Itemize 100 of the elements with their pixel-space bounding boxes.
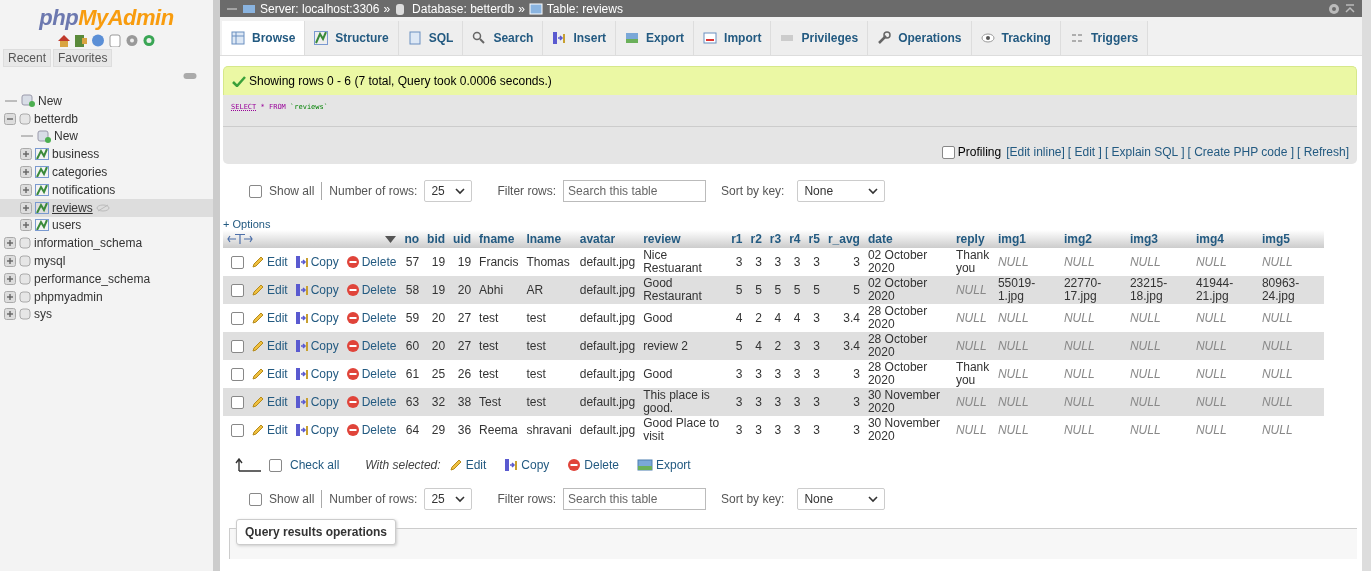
tree-item[interactable]: categories	[0, 163, 213, 181]
edit-link[interactable]: Edit	[251, 339, 288, 353]
copy-link[interactable]: Copy	[294, 283, 339, 297]
delete-link[interactable]: Delete	[345, 311, 397, 325]
tree-item[interactable]: information_schema	[0, 234, 213, 253]
server-icon	[242, 2, 256, 15]
row-checkbox[interactable]	[231, 283, 244, 297]
show-all-checkbox[interactable]	[249, 492, 262, 506]
table-cell: 3.4	[843, 338, 860, 353]
tree-item[interactable]: sys	[0, 305, 213, 324]
row-checkbox[interactable]	[231, 395, 244, 409]
copy-link[interactable]: Copy	[294, 395, 339, 409]
scrollbar[interactable]	[1362, 0, 1371, 571]
delete-link[interactable]: Delete	[345, 395, 397, 409]
tree-item[interactable]: New	[0, 92, 213, 110]
delete-link[interactable]: Delete	[345, 423, 397, 437]
row-checkbox[interactable]	[231, 255, 244, 269]
sidebar-tab[interactable]: Favorites	[53, 49, 113, 67]
edit-link[interactable]: Edit	[251, 311, 288, 325]
table-cell: NULL	[1195, 422, 1227, 437]
options-link[interactable]: + Options	[223, 218, 1357, 230]
expand-icon	[4, 272, 16, 285]
delete-link[interactable]: Delete	[345, 283, 397, 297]
edit-link[interactable]: Edit	[251, 395, 288, 409]
copy-link[interactable]: Copy	[294, 339, 339, 353]
row-checkbox[interactable]	[231, 311, 244, 325]
copy-link[interactable]: Copy	[294, 255, 339, 269]
edit-button[interactable]: Edit	[448, 458, 487, 472]
link[interactable]: [ Edit ]	[1067, 145, 1102, 159]
edit-link[interactable]: Edit	[251, 367, 288, 381]
table-cell: NULL	[997, 394, 1029, 409]
breadcrumb-link[interactable]: Server: localhost:3306	[260, 1, 380, 16]
link[interactable]: [ Refresh]	[1296, 145, 1349, 159]
profiling-checkbox[interactable]	[941, 145, 955, 159]
table-cell: This place is good.	[643, 388, 710, 415]
sql-icon	[407, 31, 422, 45]
check-all-checkbox[interactable]	[269, 458, 282, 472]
row-checkbox[interactable]	[231, 367, 244, 381]
table-cell: 28 October 2020	[867, 304, 928, 331]
tree-item[interactable]: users	[0, 216, 213, 235]
tree-item[interactable]: New	[0, 127, 213, 146]
table-cell: 3	[813, 310, 820, 325]
tab[interactable]: Browse	[222, 21, 306, 55]
rows-dropdown[interactable]: 25	[424, 180, 473, 202]
edit-link[interactable]: Edit	[251, 283, 288, 297]
rows-dropdown[interactable]: 25	[424, 488, 473, 510]
sidebar-tab[interactable]: Recent	[3, 49, 52, 67]
edit-link[interactable]: Edit	[251, 423, 288, 437]
tree-item[interactable]: performance_schema	[0, 269, 213, 288]
table-structure-icon	[35, 166, 49, 179]
table-cell: 20	[457, 282, 472, 297]
table-cell: Thank you	[955, 248, 990, 275]
table-cell: 3	[813, 254, 820, 269]
tree-item[interactable]: notifications	[0, 181, 213, 199]
copy-link[interactable]: Copy	[294, 311, 339, 325]
table-cell: 3	[755, 254, 762, 269]
edit-link[interactable]: Edit	[251, 255, 288, 269]
breadcrumb-link[interactable]: Table: reviews	[546, 1, 623, 16]
copy-link[interactable]: Copy	[294, 423, 339, 437]
table-structure-icon	[35, 148, 49, 161]
row-checkbox[interactable]	[231, 423, 244, 437]
tree-item[interactable]: phpmyadmin	[0, 287, 213, 306]
breadcrumb-link[interactable]: Database: betterdb	[412, 1, 515, 16]
table-cell: 19	[457, 254, 472, 269]
copy-link[interactable]: Copy	[294, 367, 339, 381]
sort-dropdown[interactable]: None	[797, 180, 886, 202]
table-cell: default.jpg	[579, 254, 636, 269]
table-cell: 61	[405, 366, 420, 381]
table-cell: 63	[405, 394, 420, 409]
link[interactable]: [ Create PHP code ]	[1187, 145, 1294, 159]
show-all-checkbox[interactable]	[249, 184, 262, 198]
search-field[interactable]: Search this table	[563, 488, 707, 510]
tree-item[interactable]: business	[0, 145, 213, 164]
delete-link[interactable]: Delete	[345, 367, 397, 381]
database-icon	[19, 237, 31, 250]
tree-item[interactable]: reviews	[0, 198, 213, 217]
link[interactable]: [Edit inline]	[1006, 145, 1065, 159]
delete-link[interactable]: Delete	[345, 255, 397, 269]
table-cell: 5	[853, 282, 860, 297]
table-cell: 58	[405, 282, 420, 297]
row-checkbox[interactable]	[231, 339, 244, 353]
table-cell: 5	[735, 282, 743, 297]
search-field[interactable]: Search this table	[563, 180, 707, 202]
tree-item[interactable]: mysql	[0, 252, 213, 270]
delete-link[interactable]: Delete	[345, 339, 397, 353]
copy-button[interactable]: Copy	[504, 458, 550, 472]
delete-icon	[345, 283, 360, 297]
table-cell: 3	[774, 394, 782, 409]
tree-item[interactable]: betterdb	[0, 109, 213, 128]
table-cell: Reema	[479, 422, 518, 437]
delete-button[interactable]: Delete	[567, 458, 619, 472]
table-cell: NULL	[1063, 366, 1095, 381]
check-all-link[interactable]: Check all	[290, 458, 340, 472]
link[interactable]: [ Explain SQL ]	[1104, 145, 1185, 159]
sort-dropdown[interactable]: None	[797, 488, 886, 510]
export-button[interactable]: Export	[637, 458, 691, 472]
table-cell: 57	[405, 254, 420, 269]
checkbox-label: Show all	[269, 184, 315, 198]
table-cell: Good Restaurant	[643, 276, 702, 303]
hidden-eye-icon	[95, 203, 110, 212]
